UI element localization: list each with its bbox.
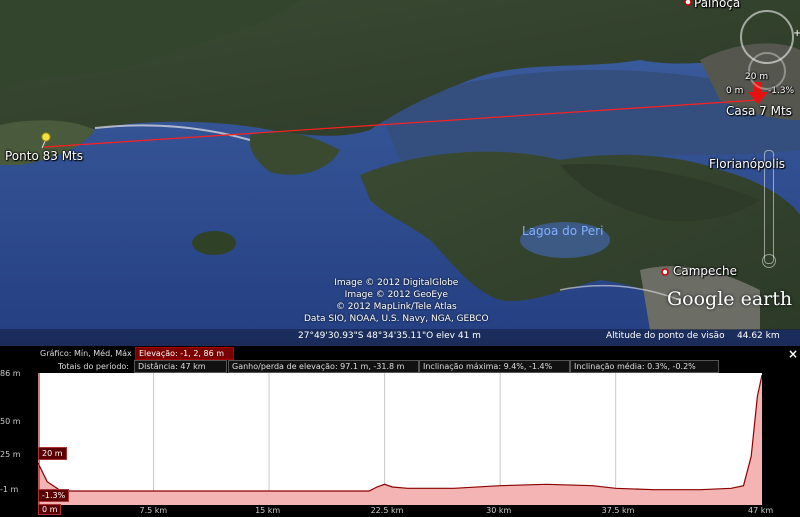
compass-north-icon[interactable]: + bbox=[793, 28, 800, 39]
close-icon[interactable]: × bbox=[788, 347, 798, 361]
marker-distance-label: 0 m bbox=[726, 86, 744, 96]
google-earth-window: + Palhoça Ponto 83 Mts Casa 7 Mts 20 m 0… bbox=[0, 0, 800, 517]
marker-elevation-label: 20 m bbox=[745, 72, 769, 82]
cursor-elevation-tag: 20 m bbox=[38, 447, 67, 460]
satellite-map-view[interactable]: + Palhoça Ponto 83 Mts Casa 7 Mts 20 m 0… bbox=[0, 0, 800, 346]
imagery-credits: Image © 2012 DigitalGlobe Image © 2012 G… bbox=[304, 277, 489, 325]
label-end-point[interactable]: Casa 7 Mts bbox=[726, 104, 792, 118]
eye-altitude-value: 44.62 km bbox=[737, 331, 780, 341]
avg-slope-field[interactable]: Inclinação média: 0.3%, -0.2% bbox=[570, 360, 719, 373]
label-palhoca[interactable]: Palhoça bbox=[694, 0, 740, 10]
elevation-chart-svg[interactable] bbox=[37, 373, 763, 505]
credit-line: Data SIO, NOAA, U.S. Navy, NGA, GEBCO bbox=[304, 314, 489, 324]
city-dot-icon bbox=[684, 0, 692, 6]
elevation-field[interactable]: Elevação: -1, 2, 86 m bbox=[135, 347, 234, 360]
zoom-out-icon[interactable] bbox=[762, 254, 776, 268]
eye-altitude-label: Altitude do ponto de visão bbox=[606, 331, 725, 341]
x-tick-label: 37.5 km bbox=[601, 506, 635, 515]
label-lagoa-do-peri[interactable]: Lagoa do Peri bbox=[522, 224, 603, 238]
cursor-distance-tag: 0 m bbox=[38, 504, 62, 515]
graph-label: Gráfico: Mín, Méd, Máx bbox=[40, 349, 132, 358]
max-slope-field[interactable]: Inclinação máxima: 9.4%, -1.4% bbox=[419, 360, 570, 373]
x-tick-label: 22.5 km bbox=[370, 506, 404, 515]
elevation-chart[interactable] bbox=[37, 373, 763, 505]
marker-slope-label: -1.3% bbox=[768, 86, 795, 96]
google-earth-logo: Google earth bbox=[667, 288, 793, 310]
elevation-gain-loss-field[interactable]: Ganho/perda de elevação: 97.1 m, -31.8 m bbox=[228, 360, 419, 373]
label-campeche[interactable]: Campeche bbox=[673, 264, 737, 278]
x-tick-label: 47 km bbox=[748, 506, 774, 515]
credit-line: Image © 2012 DigitalGlobe bbox=[334, 278, 459, 288]
elevation-line bbox=[37, 374, 763, 492]
label-florianopolis[interactable]: Florianópolis bbox=[709, 157, 785, 171]
move-joystick[interactable] bbox=[748, 52, 786, 90]
x-tick-label: 15 km bbox=[255, 506, 281, 515]
x-tick-label: 7.5 km bbox=[139, 506, 168, 515]
x-tick-label: 30 km bbox=[486, 506, 512, 515]
y-tick-label: 86 m bbox=[0, 369, 21, 378]
cursor-slope-tag: -1.3% bbox=[38, 489, 70, 502]
y-tick-label: -1 m bbox=[0, 485, 19, 494]
y-tick-label: 50 m bbox=[0, 417, 21, 426]
distance-field[interactable]: Distância: 47 km bbox=[134, 360, 227, 373]
y-tick-label: 25 m bbox=[0, 450, 21, 460]
credit-line: © 2012 MapLink/Tele Atlas bbox=[335, 302, 457, 312]
elevation-profile-panel: Gráfico: Mín, Méd, Máx Elevação: -1, 2, … bbox=[0, 346, 800, 517]
elevation-area bbox=[38, 375, 762, 505]
label-start-point[interactable]: Ponto 83 Mts bbox=[5, 149, 83, 163]
credit-line: Image © 2012 GeoEye bbox=[344, 290, 448, 300]
city-dot-icon bbox=[661, 268, 669, 276]
cursor-coordinates: 27°49'30.93"S 48°34'35.11"O elev 41 m bbox=[298, 331, 481, 341]
